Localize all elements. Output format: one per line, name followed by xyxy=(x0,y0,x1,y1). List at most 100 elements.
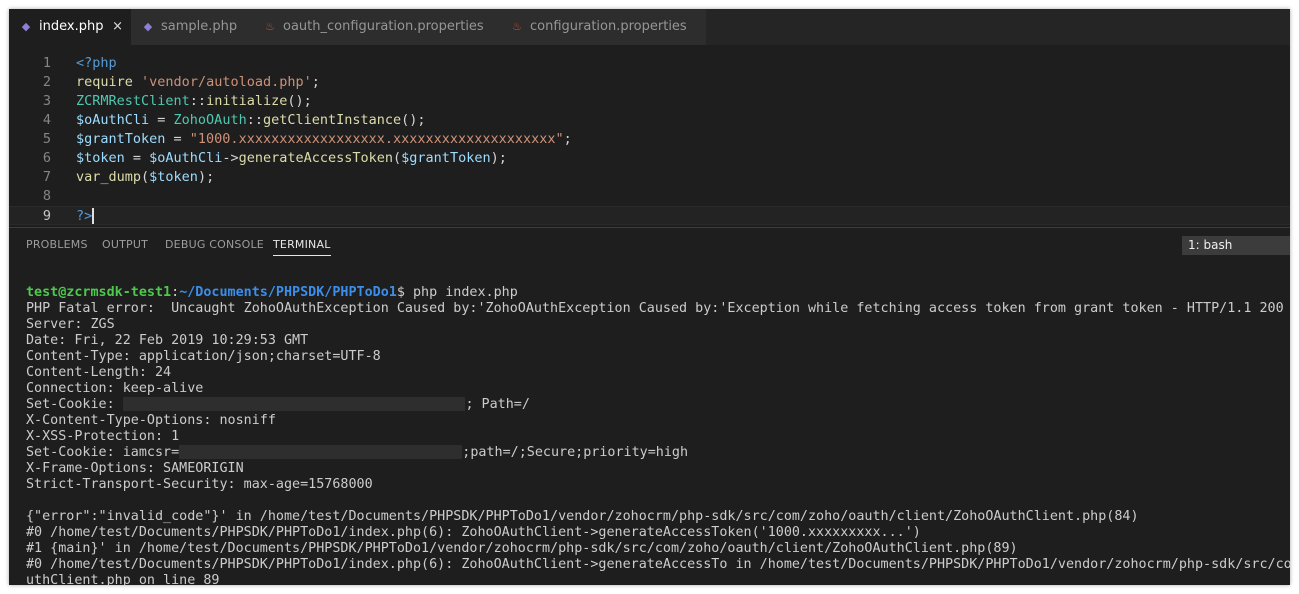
code-line[interactable]: 2 require 'vendor/autoload.php'; xyxy=(9,73,1290,92)
terminal-text: Set-Cookie: xyxy=(26,397,123,412)
terminal-line: Set-Cookie: ; Path=/ xyxy=(26,397,530,413)
terminal-line: Set-Cookie: iamcsr= ;path=/;Secure;priori… xyxy=(26,445,688,461)
prompt-path: ~/Documents/PHPSDK/PHPToDo1 xyxy=(179,285,397,300)
code-token: ZCRMRestClient xyxy=(76,93,190,109)
line-number: 6 xyxy=(42,150,51,166)
tab-label: oauth_configuration.properties xyxy=(283,19,484,34)
line-number: 9 xyxy=(42,208,51,224)
code-token: ); xyxy=(197,169,215,185)
redacted-value xyxy=(122,397,466,411)
tab-label: configuration.properties xyxy=(530,19,687,34)
line-number: 7 xyxy=(42,169,51,185)
code-line[interactable]: 7 var_dump($token); xyxy=(9,168,1290,187)
code-token: $grantToken xyxy=(401,150,491,166)
terminal-text: ; Path=/ xyxy=(465,397,530,412)
code-token: $oAuthCli xyxy=(76,112,150,128)
tab-oauth-configuration-properties[interactable]: ♨ oauth_configuration.properties xyxy=(253,9,500,45)
code-token: initialize xyxy=(206,93,288,109)
panel-tab-terminal[interactable]: TERMINAL xyxy=(273,228,331,262)
line-number: 5 xyxy=(42,131,51,147)
terminal-line: #0 /home/test/Documents/PHPSDK/PHPToDo1/… xyxy=(26,525,921,540)
code-line[interactable]: 4 $oAuthCli = ZohoOAuth::getClientInstanc… xyxy=(9,111,1290,130)
code-line[interactable]: 9 ?> xyxy=(9,206,1290,225)
code-token: (); xyxy=(401,112,426,128)
panel-tab-output[interactable]: OUTPUT xyxy=(102,228,148,262)
code-token: -> xyxy=(222,150,239,166)
code-text: <?php xyxy=(76,54,117,73)
code-token: ( xyxy=(141,169,150,185)
code-token: ; xyxy=(311,74,320,90)
line-number: 4 xyxy=(42,112,51,128)
code-token: getClientInstance xyxy=(262,112,402,128)
text-cursor xyxy=(92,208,95,224)
terminal-line: X-Content-Type-Options: nosniff xyxy=(26,413,276,428)
code-line[interactable]: 6 $token = $oAuthCli->generateAccessToken… xyxy=(9,149,1290,168)
redacted-value xyxy=(179,445,463,459)
terminal-text: ;path=/;Secure;priority=high xyxy=(462,445,689,460)
tab-index-php[interactable]: ◆ index.php × xyxy=(9,9,131,45)
code-text: var_dump($token); xyxy=(76,168,214,187)
code-token: :: xyxy=(246,112,263,128)
terminal-line: X-XSS-Protection: 1 xyxy=(26,429,180,444)
php-file-icon: ◆ xyxy=(21,20,31,33)
java-file-icon: ♨ xyxy=(265,20,275,33)
code-token: $oAuthCli xyxy=(149,150,223,166)
terminal-line: #0 /home/test/Documents/PHPSDK/PHPToDo1/… xyxy=(26,557,1290,572)
terminal-prompt-line: test@zcrmsdk-test1:~/Documents/PHPSDK/PH… xyxy=(26,285,518,300)
code-line[interactable]: 3 ZCRMRestClient::initialize(); xyxy=(9,92,1290,111)
tab-label: sample.php xyxy=(161,19,238,34)
code-text: $oAuthCli = ZohoOAuth::getClientInstance… xyxy=(76,111,426,130)
panel-tab-problems[interactable]: PROBLEMS xyxy=(26,228,88,262)
code-text: $token = $oAuthCli->generateAccessToken(… xyxy=(76,149,507,168)
terminal-line: Strict-Transport-Security: max-age=15768… xyxy=(26,477,373,492)
code-editor[interactable]: 1 <?php 2 require 'vendor/autoload.php'; 3 ZC… xyxy=(9,45,1290,227)
panel-tab-bar: 1: bash PROBLEMS OUTPUT DEBUG CONSOLE TERMI… xyxy=(9,228,1290,262)
code-token: <?php xyxy=(76,55,117,71)
code-text: $grantToken = "1000.xxxxxxxxxxxxxxxxxx.x… xyxy=(76,130,572,149)
code-token: = xyxy=(165,131,190,147)
code-token: ( xyxy=(393,150,402,166)
code-token: ; xyxy=(563,131,572,147)
tab-sample-php[interactable]: ◆ sample.php xyxy=(131,9,253,45)
terminal-line: X-Frame-Options: SAMEORIGIN xyxy=(26,461,244,476)
code-text: ?> xyxy=(76,207,95,226)
code-token: $token xyxy=(76,150,125,166)
code-token: = xyxy=(124,150,150,166)
line-number: 1 xyxy=(42,55,51,71)
code-token: ZohoOAuth xyxy=(173,112,247,128)
code-token: $token xyxy=(149,169,198,185)
code-token: "1000.xxxxxxxxxxxxxxxxxx.xxxxxxxxxxxxxxx… xyxy=(189,131,564,147)
prompt-symbol: $ xyxy=(396,285,405,300)
editor-tab-bar: ◆ index.php × ◆ sample.php ♨ oauth_configurati… xyxy=(9,9,1290,45)
code-text: ZCRMRestClient::initialize(); xyxy=(76,92,312,111)
terminal-line: #1 {main}' in /home/test/Documents/PHPSD… xyxy=(26,541,1018,556)
code-token: :: xyxy=(189,93,207,109)
code-line[interactable]: 8 xyxy=(9,187,1290,206)
php-file-icon: ◆ xyxy=(143,20,153,33)
code-token: ?> xyxy=(76,208,93,224)
terminal-line: Connection: keep-alive xyxy=(26,381,204,396)
java-file-icon: ♨ xyxy=(512,20,522,33)
terminal-line: Content-Type: application/json;charset=U… xyxy=(26,349,381,364)
prompt-user: test@zcrmsdk-test1 xyxy=(26,285,172,300)
panel-tab-debug-console[interactable]: DEBUG CONSOLE xyxy=(165,228,264,262)
tab-configuration-properties[interactable]: ♨ configuration.properties xyxy=(500,9,706,45)
code-token: (); xyxy=(287,93,312,109)
terminal-command: php index.php xyxy=(412,285,518,300)
close-icon[interactable]: × xyxy=(112,9,123,45)
code-token: 'vendor/autoload.php' xyxy=(141,74,312,90)
terminal-output[interactable]: test@zcrmsdk-test1:~/Documents/PHPSDK/PH… xyxy=(9,262,1290,585)
code-token: require xyxy=(76,74,133,90)
terminal-line: Content-Length: 24 xyxy=(26,365,172,380)
vscode-window: ◆ index.php × ◆ sample.php ♨ oauth_configurati… xyxy=(9,9,1290,585)
terminal-text: Set-Cookie: iamcsr= xyxy=(26,445,180,460)
code-line[interactable]: 1 <?php xyxy=(9,54,1290,73)
terminal-line: uthClient.php on line 89 xyxy=(26,573,220,585)
terminal-line: Server: ZGS xyxy=(26,317,115,332)
line-number: 3 xyxy=(42,93,51,109)
tab-label: index.php xyxy=(39,19,104,34)
code-text: require 'vendor/autoload.php'; xyxy=(76,73,320,92)
terminal-shell-select[interactable]: 1: bash xyxy=(1182,236,1290,255)
code-line[interactable]: 5 $grantToken = "1000.xxxxxxxxxxxxxxxxxx.… xyxy=(9,130,1290,149)
